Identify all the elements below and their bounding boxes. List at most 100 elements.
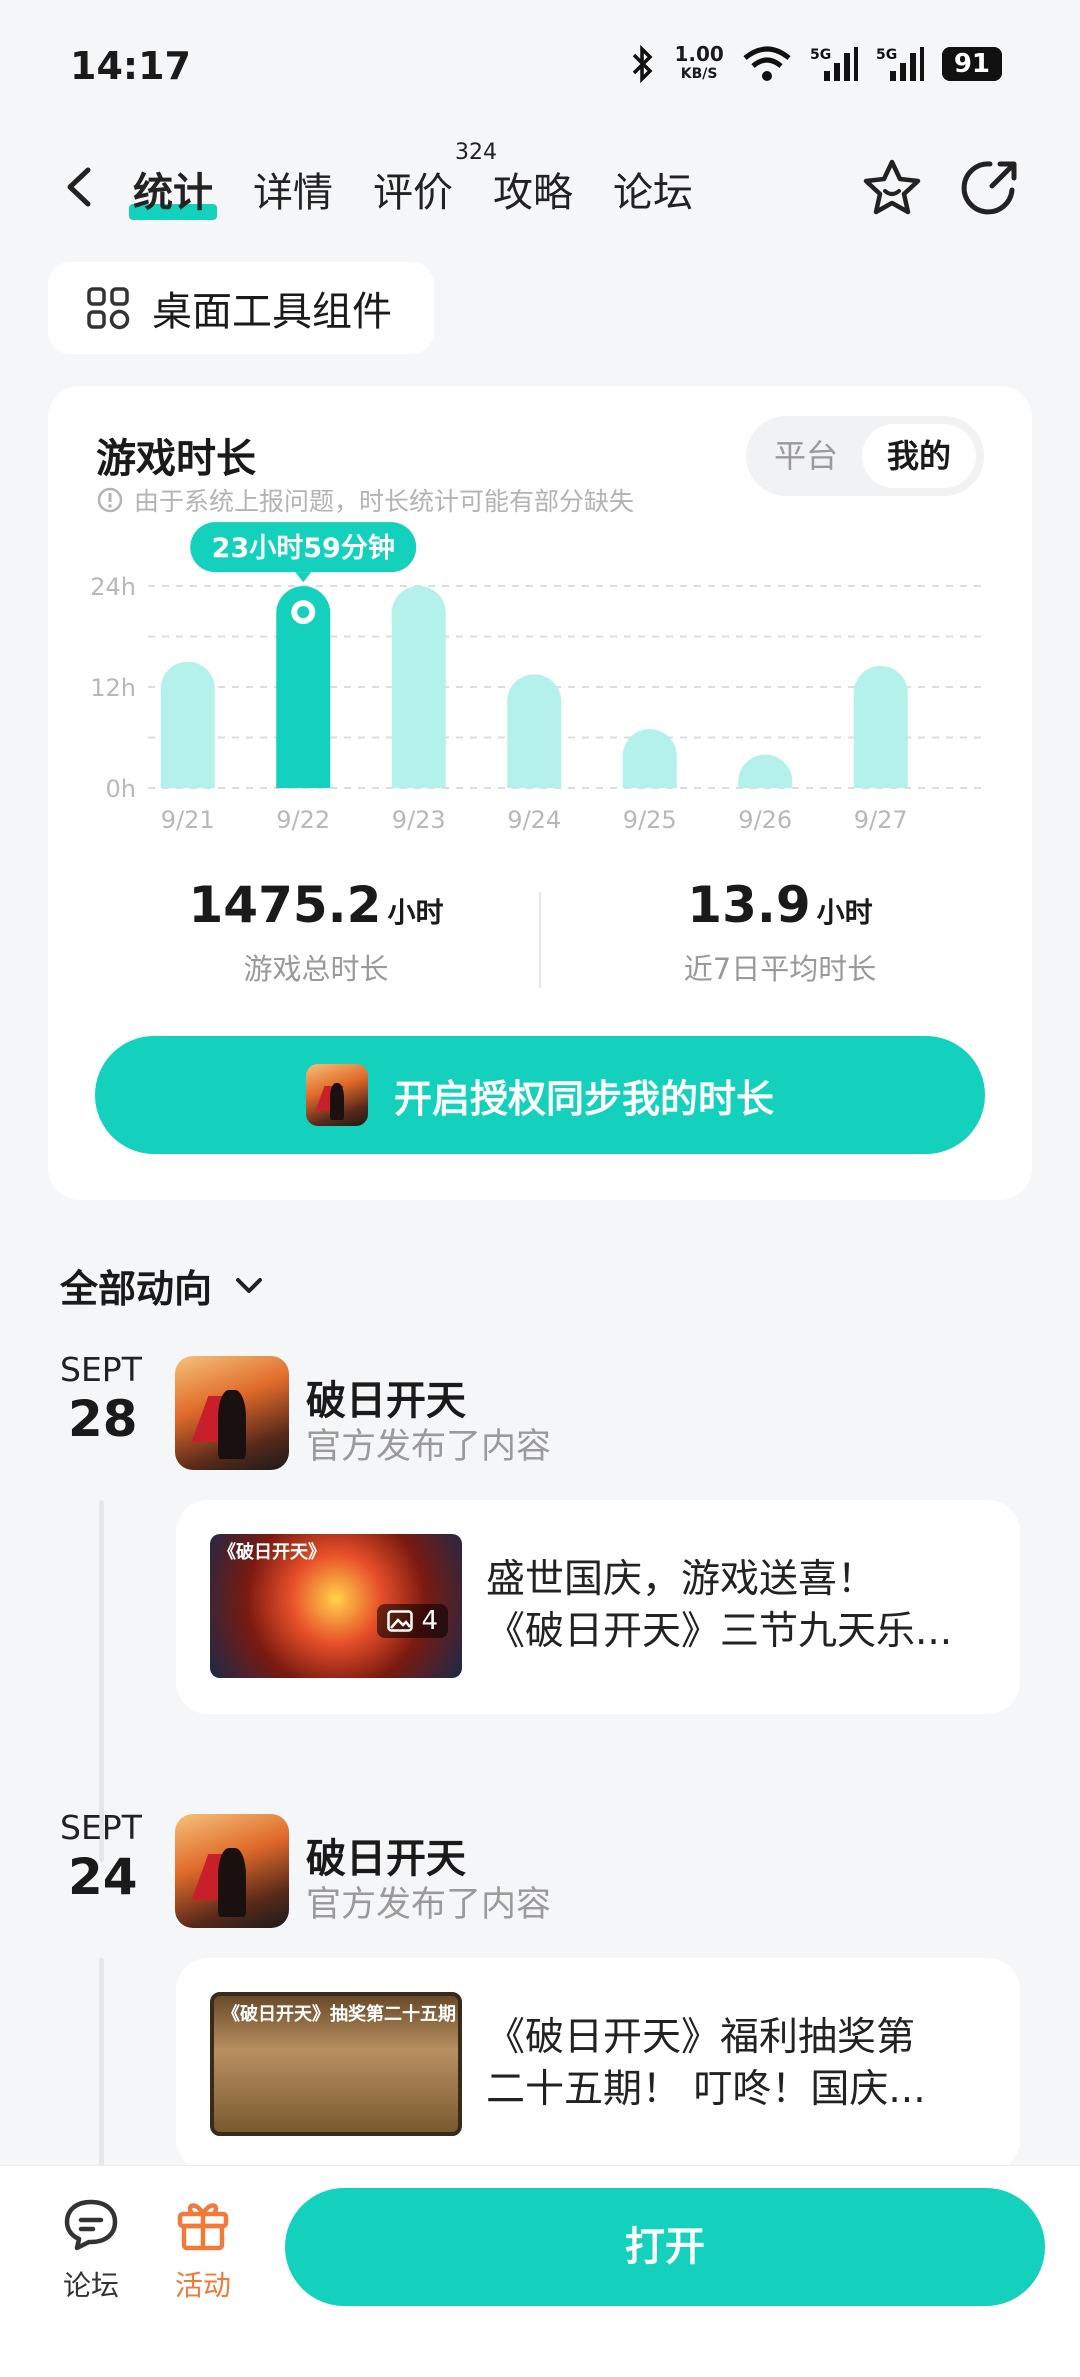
chart-tooltip-arrow — [295, 572, 312, 583]
x-tick-label: 9/26 — [738, 806, 792, 834]
status-bar: 14:17 1.00 KB/S 5G 5G 91 — [0, 0, 1080, 130]
total-time-unit: 小时 — [387, 896, 444, 929]
back-icon[interactable] — [56, 162, 106, 212]
tab-forum[interactable]: 论坛 — [613, 160, 693, 218]
post-text: 盛世国庆，游戏送喜！ 《破日开天》三节九天乐... — [486, 1554, 986, 1658]
chart-bar — [160, 661, 215, 788]
y-tick-label: 0h — [106, 775, 136, 803]
timeline-line — [99, 1958, 104, 2168]
post-content-card[interactable]: 《破日开天》抽奖第二十五期 《破日开天》福利抽奖第 二十五期！ 叮咚！国庆... — [176, 1958, 1020, 2172]
toggle-mine[interactable]: 我的 — [862, 424, 976, 488]
post-image-caption: 《破日开天》 — [218, 1542, 326, 1563]
play-time-card: 游戏时长 由于系统上报问题，时长统计可能有部分缺失 平台 我的 0h 12h 24h… — [48, 386, 1032, 1200]
y-tick-label: 24h — [90, 573, 136, 601]
total-time-stat: 1475.2 小时 游戏总时长 — [106, 876, 526, 988]
tab-guides[interactable]: 攻略 — [493, 160, 573, 218]
tab-bar: 统计 详情 评价 324 攻略 论坛 — [129, 140, 693, 220]
reviews-count-badge: 324 — [455, 140, 497, 165]
status-icons: 1.00 KB/S 5G 5G 91 — [630, 44, 1002, 84]
battery-indicator: 91 — [941, 47, 1002, 81]
top-nav: 统计 详情 评价 324 攻略 论坛 — [0, 140, 1080, 240]
desktop-widget-label: 桌面工具组件 — [152, 289, 392, 335]
widget-grid-icon — [87, 287, 130, 330]
sync-time-button[interactable]: 开启授权同步我的时长 — [95, 1036, 985, 1154]
average-time-label: 近7日平均时长 — [683, 952, 877, 986]
chart-bar — [507, 674, 562, 788]
post-action: 官方发布了内容 — [306, 1885, 552, 1925]
post-image[interactable]: 《破日开天》 4 — [210, 1534, 462, 1678]
post-text: 《破日开天》福利抽奖第 二十五期！ 叮咚！国庆... — [486, 2012, 986, 2116]
x-tick-label: 9/24 — [507, 806, 561, 834]
chevron-down-icon — [236, 1277, 263, 1293]
post-text-line1: 《破日开天》福利抽奖第 — [486, 2015, 916, 2060]
image-count: 4 — [421, 1606, 438, 1636]
feed-filter[interactable]: 全部动向 — [60, 1258, 268, 1313]
tab-details[interactable]: 详情 — [253, 160, 333, 218]
svg-text:5G: 5G — [810, 47, 831, 63]
svg-text:5G: 5G — [876, 47, 897, 63]
author-avatar[interactable] — [175, 1356, 289, 1470]
x-tick-label: 9/25 — [623, 806, 677, 834]
total-time-label: 游戏总时长 — [243, 952, 389, 986]
average-time-value: 13.9 — [687, 876, 811, 934]
feed-post: SEPT 28 破日开天 官方发布了内容 《破日开天》 4 盛世国庆，游戏送喜！… — [0, 1350, 1080, 1862]
image-icon — [387, 1610, 413, 1632]
chart-tooltip-text: 23小时59分钟 — [212, 533, 395, 564]
bottom-tab-forum[interactable]: 论坛 — [46, 2196, 136, 2304]
post-day: 24 — [68, 1848, 138, 1906]
platform-toggle: 平台 我的 — [746, 416, 984, 496]
play-time-chart: 0h 12h 24h 9/21 23小时59分钟 9/22 9/23 9/24 9/25 9/26… — [90, 522, 984, 834]
average-time-stat: 13.9 小时 近7日平均时长 — [570, 876, 990, 988]
signal-5g-icon: 5G — [810, 47, 858, 81]
desktop-widget-button[interactable]: 桌面工具组件 — [48, 262, 434, 354]
gift-icon — [177, 2203, 229, 2251]
bottom-tab-activity-label: 活动 — [174, 2269, 231, 2302]
x-tick-label: 9/21 — [161, 806, 215, 834]
x-tick-label: 9/22 — [276, 806, 330, 834]
wifi-icon — [743, 46, 791, 81]
bluetooth-icon — [633, 45, 653, 83]
star-icon[interactable] — [860, 156, 924, 220]
feed-post: SEPT 24 破日开天 官方发布了内容 《破日开天》抽奖第二十五期 《破日开天… — [0, 1808, 1080, 2172]
bottom-action-bar: 论坛 活动 打开 — [0, 2165, 1080, 2377]
post-content-card[interactable]: 《破日开天》 4 盛世国庆，游戏送喜！ 《破日开天》三节九天乐... — [176, 1500, 1020, 1714]
info-icon — [97, 487, 123, 513]
tab-reviews[interactable]: 评价 324 — [373, 140, 497, 218]
tab-reviews-label: 评价 — [373, 170, 453, 216]
bar-marker-dot — [297, 606, 310, 619]
y-tick-label: 12h — [90, 674, 136, 702]
post-day: 28 — [68, 1390, 138, 1448]
post-month: SEPT — [60, 1350, 142, 1389]
chart-bar — [622, 729, 677, 788]
open-game-button[interactable]: 打开 — [285, 2188, 1045, 2306]
total-time-value: 1475.2 — [188, 876, 382, 934]
toggle-platform[interactable]: 平台 — [754, 424, 858, 488]
status-time: 14:17 — [70, 44, 191, 88]
author-avatar[interactable] — [175, 1814, 289, 1928]
x-tick-label: 9/23 — [392, 806, 446, 834]
data-note-text: 由于系统上报问题，时长统计可能有部分缺失 — [134, 487, 635, 516]
average-time-unit: 小时 — [816, 896, 873, 929]
post-month: SEPT — [60, 1808, 142, 1847]
game-thumbnail — [305, 1064, 368, 1126]
post-action: 官方发布了内容 — [306, 1427, 552, 1467]
tab-stats[interactable]: 统计 — [129, 160, 217, 220]
post-image[interactable]: 《破日开天》抽奖第二十五期 — [210, 1992, 462, 2136]
post-text-line2: 《破日开天》三节九天乐... — [486, 1609, 953, 1654]
chart-bar — [738, 754, 793, 788]
post-text-line1: 盛世国庆，游戏送喜！ — [486, 1557, 877, 1602]
post-text-line2: 二十五期！ 叮咚！国庆... — [486, 2067, 926, 2112]
bottom-tab-activity[interactable]: 活动 — [158, 2196, 248, 2304]
image-count-badge: 4 — [377, 1604, 448, 1638]
post-image-caption: 《破日开天》抽奖第二十五期 — [222, 2004, 456, 2025]
sync-time-label: 开启授权同步我的时长 — [393, 1076, 774, 1121]
data-note: 由于系统上报问题，时长统计可能有部分缺失 — [96, 482, 634, 518]
chat-bubble-icon — [64, 2199, 118, 2251]
play-time-title: 游戏时长 — [96, 436, 256, 482]
share-icon[interactable] — [958, 156, 1022, 220]
network-speed: 1.00 KB/S — [674, 42, 724, 82]
stat-divider — [539, 892, 541, 988]
bottom-tab-forum-label: 论坛 — [62, 2269, 119, 2302]
x-tick-label: 9/27 — [854, 806, 908, 834]
feed-filter-label: 全部动向 — [60, 1267, 213, 1311]
